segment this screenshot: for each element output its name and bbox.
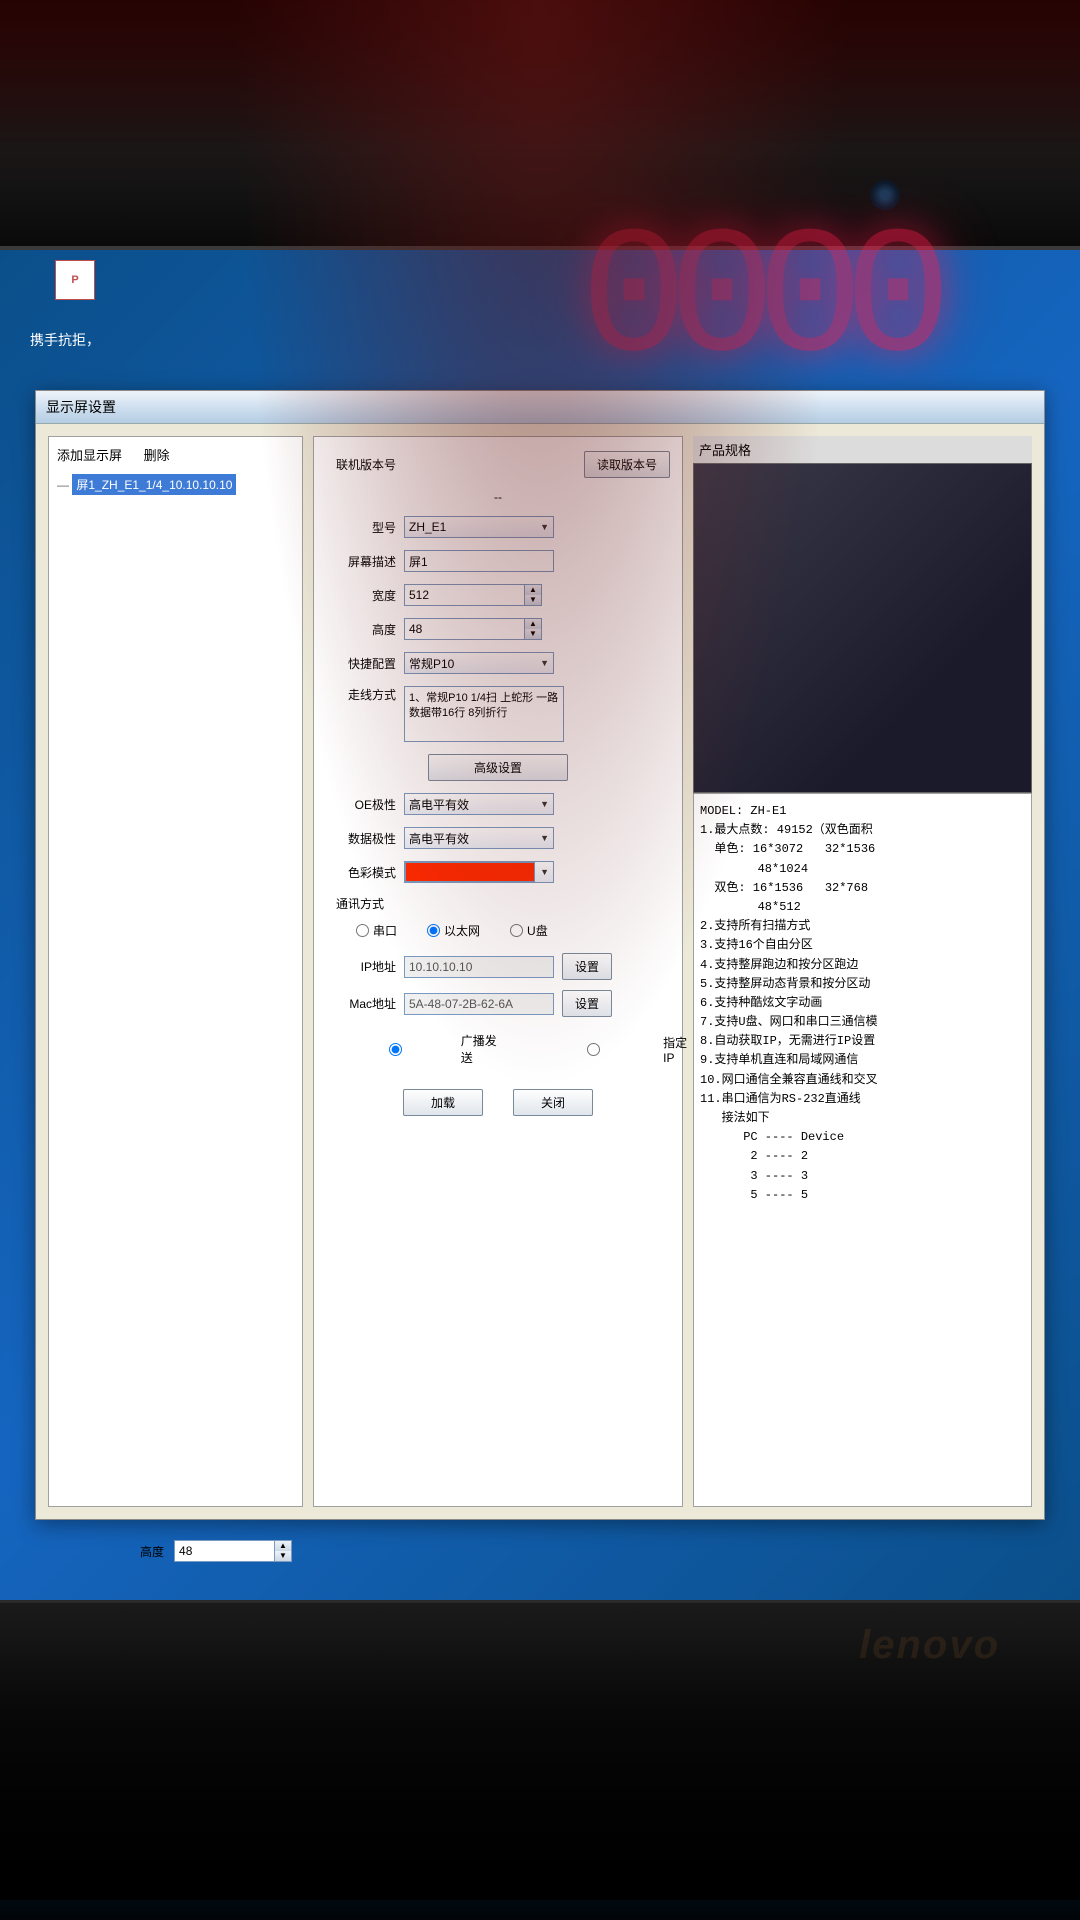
laptop-bezel-bottom: lenovo <box>0 1600 1080 1900</box>
dialog-titlebar[interactable]: 显示屏设置 <box>36 391 1044 424</box>
read-version-button[interactable]: 读取版本号 <box>584 451 670 478</box>
model-label: 型号 <box>326 519 396 536</box>
screen-list-panel: 添加显示屏 删除 — 屏1_ZH_E1_1/4_10.10.10.10 <box>48 436 303 1507</box>
serial-label: 串口 <box>373 922 397 939</box>
model-select[interactable]: ZH_E1 ▼ <box>404 516 554 538</box>
close-button[interactable]: 关闭 <box>513 1089 593 1116</box>
data-polarity-label: 数据极性 <box>326 830 396 847</box>
width-label: 宽度 <box>326 587 396 604</box>
desc-input[interactable] <box>404 550 554 572</box>
laptop-brand: lenovo <box>859 1623 1000 1668</box>
desc-label: 屏幕描述 <box>326 553 396 570</box>
oe-polarity-label: OE极性 <box>326 796 396 813</box>
height-spinner[interactable]: ▲ ▼ <box>404 618 542 640</box>
mac-set-button[interactable]: 设置 <box>562 990 612 1017</box>
advanced-settings-button[interactable]: 高级设置 <box>428 754 568 781</box>
chevron-down-icon: ▼ <box>540 867 553 877</box>
broadcast-radio[interactable]: 广播发送 <box>334 1032 500 1066</box>
broadcast-label: 广播发送 <box>461 1032 500 1066</box>
spin-up-icon[interactable]: ▲ <box>275 1541 291 1551</box>
specify-ip-radio[interactable]: 指定IP <box>528 1034 694 1065</box>
load-button[interactable]: 加载 <box>403 1089 483 1116</box>
comm-mode-radios: 串口 以太网 U盘 <box>356 922 670 939</box>
comm-section-title: 通讯方式 <box>336 895 670 912</box>
bg-height-spinner[interactable]: ▲ ▼ <box>174 1540 292 1562</box>
desktop-caption: 携手抗拒， <box>30 330 100 350</box>
color-swatch <box>405 862 535 882</box>
oe-polarity-select[interactable]: 高电平有效 ▼ <box>404 793 554 815</box>
quick-config-select[interactable]: 常规P10 ▼ <box>404 652 554 674</box>
bg-height-label: 高度 <box>140 1543 164 1560</box>
display-settings-dialog: 显示屏设置 添加显示屏 删除 — 屏1_ZH_E1_1/4_10.10.10.1… <box>35 390 1045 1520</box>
spec-title: 产品规格 <box>693 436 1032 463</box>
spec-panel: 产品规格 MODEL: ZH-E1 1.最大点数: 49152（双色面积 单色:… <box>693 436 1032 1507</box>
specify-ip-label: 指定IP <box>663 1034 694 1065</box>
spin-up-icon[interactable]: ▲ <box>525 585 541 595</box>
ethernet-radio[interactable]: 以太网 <box>427 922 480 939</box>
chevron-down-icon: ▼ <box>540 833 549 843</box>
config-form-panel: 联机版本号 读取版本号 -- 型号 ZH_E1 ▼ 屏幕描述 <box>313 436 683 1507</box>
preview-area <box>693 463 1032 793</box>
spin-up-icon[interactable]: ▲ <box>525 619 541 629</box>
chevron-down-icon: ▼ <box>540 658 549 668</box>
tree-expander[interactable]: — <box>57 478 69 492</box>
width-input[interactable] <box>404 584 524 606</box>
ip-label: IP地址 <box>326 958 396 975</box>
desktop-shortcut[interactable]: P <box>50 260 100 304</box>
usb-label: U盘 <box>527 922 548 939</box>
model-value: ZH_E1 <box>409 520 446 534</box>
spin-down-icon[interactable]: ▼ <box>275 1551 291 1561</box>
data-polarity-select[interactable]: 高电平有效 ▼ <box>404 827 554 849</box>
color-mode-label: 色彩模式 <box>326 864 396 881</box>
color-mode-select[interactable]: ▼ <box>404 861 554 883</box>
powerpoint-icon: P <box>55 260 95 300</box>
spin-down-icon[interactable]: ▼ <box>525 629 541 639</box>
routing-label: 走线方式 <box>326 686 396 703</box>
ip-input[interactable] <box>404 956 554 978</box>
width-spinner[interactable]: ▲ ▼ <box>404 584 542 606</box>
delete-screen-link[interactable]: 删除 <box>144 448 170 463</box>
screen-tree-item[interactable]: 屏1_ZH_E1_1/4_10.10.10.10 <box>72 474 236 495</box>
bg-height-input[interactable] <box>174 1540 274 1562</box>
mac-label: Mac地址 <box>326 995 396 1012</box>
chevron-down-icon: ▼ <box>540 799 549 809</box>
ethernet-label: 以太网 <box>444 922 480 939</box>
background-height-field: 高度 ▲ ▼ <box>140 1540 292 1562</box>
data-value: 高电平有效 <box>409 830 469 847</box>
version-label: 联机版本号 <box>326 456 396 473</box>
ip-set-button[interactable]: 设置 <box>562 953 612 980</box>
spec-text: MODEL: ZH-E1 1.最大点数: 49152（双色面积 单色: 16*3… <box>693 793 1032 1507</box>
serial-radio[interactable]: 串口 <box>356 922 397 939</box>
height-label: 高度 <box>326 621 396 638</box>
spin-down-icon[interactable]: ▼ <box>525 595 541 605</box>
oe-value: 高电平有效 <box>409 796 469 813</box>
version-value: -- <box>494 490 502 504</box>
height-input[interactable] <box>404 618 524 640</box>
quick-config-value: 常规P10 <box>409 655 454 672</box>
desktop-area: 0000 P 携手抗拒， 显示屏设置 添加显示屏 删除 — 屏1_ZH_E1_1… <box>0 250 1080 1600</box>
add-screen-link[interactable]: 添加显示屏 <box>57 448 122 463</box>
routing-text: 1、常规P10 1/4扫 上蛇形 一路数据带16行 8列折行 <box>404 686 564 742</box>
chevron-down-icon: ▼ <box>540 522 549 532</box>
mac-input[interactable] <box>404 993 554 1015</box>
usb-radio[interactable]: U盘 <box>510 922 548 939</box>
quick-config-label: 快捷配置 <box>326 655 396 672</box>
